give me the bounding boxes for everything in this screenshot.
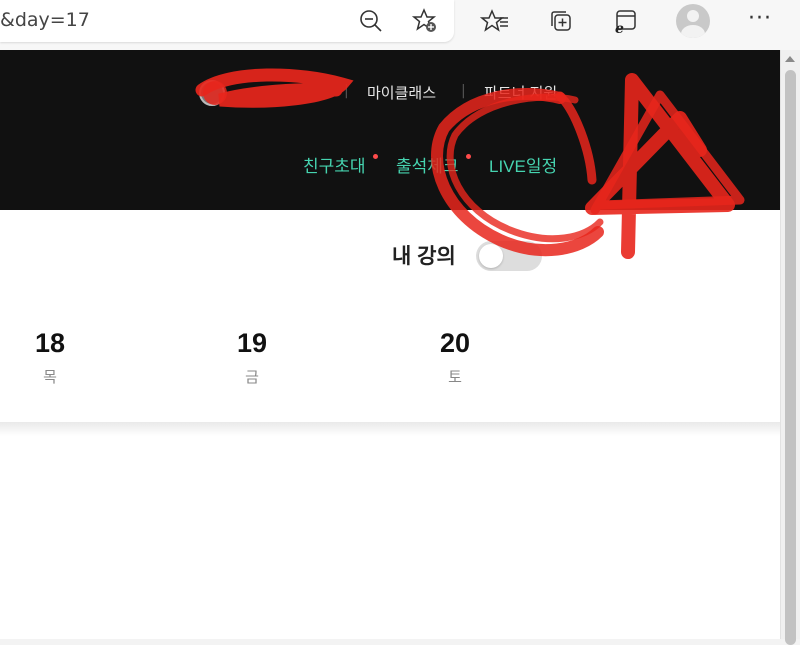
ie-mode-icon[interactable]: e bbox=[611, 6, 641, 37]
section-divider-shadow bbox=[0, 422, 780, 436]
invite-friends-link[interactable]: 친구초대 bbox=[303, 152, 366, 177]
nav-separator: | bbox=[344, 83, 349, 99]
calendar-day[interactable]: 18 목 bbox=[20, 328, 80, 387]
site-header: | 마이클래스 | 파트너 지원 친구초대 출석체크 LIVE일정 bbox=[0, 50, 780, 210]
attendance-link[interactable]: 출석체크 bbox=[396, 152, 459, 177]
day-number: 19 bbox=[236, 328, 268, 358]
nav-my-class[interactable]: 마이클래스 bbox=[367, 82, 436, 103]
user-avatar[interactable] bbox=[199, 80, 225, 106]
svg-text:e: e bbox=[615, 21, 624, 36]
zoom-out-icon[interactable] bbox=[356, 6, 386, 36]
url-text[interactable]: &day=17 bbox=[0, 9, 90, 31]
my-courses-title: 내 강의 bbox=[392, 245, 456, 268]
nav-partner-support[interactable]: 파트너 지원 bbox=[484, 82, 557, 103]
nav-separator: | bbox=[461, 83, 466, 99]
scroll-thumb[interactable] bbox=[785, 70, 796, 645]
day-weekday: 토 bbox=[448, 369, 462, 386]
calendar-day[interactable]: 19 금 bbox=[222, 328, 282, 387]
collections-icon[interactable] bbox=[546, 6, 576, 36]
add-favorite-icon[interactable] bbox=[410, 6, 440, 36]
toggle-knob bbox=[479, 244, 503, 268]
notice-dot bbox=[373, 154, 378, 159]
profile-icon[interactable] bbox=[676, 4, 710, 38]
favorites-icon[interactable] bbox=[479, 6, 510, 36]
more-icon[interactable]: ··· bbox=[748, 6, 772, 31]
profile-body bbox=[681, 25, 705, 38]
page-viewport: | 마이클래스 | 파트너 지원 친구초대 출석체크 LIVE일정 내 강의 1… bbox=[0, 50, 780, 639]
profile-head bbox=[687, 10, 699, 22]
day-weekday: 목 bbox=[43, 369, 57, 386]
my-courses-toggle[interactable] bbox=[476, 241, 542, 271]
address-bar[interactable]: &day=17 bbox=[0, 0, 454, 42]
live-schedule-link[interactable]: LIVE일정 bbox=[489, 152, 557, 177]
notice-dot bbox=[466, 154, 471, 159]
day-number: 20 bbox=[439, 328, 471, 358]
scroll-up-arrow-icon[interactable] bbox=[785, 56, 795, 62]
browser-toolbar: &day=17 e ··· bbox=[0, 0, 800, 50]
day-number: 18 bbox=[34, 328, 66, 358]
day-weekday: 금 bbox=[245, 369, 259, 386]
calendar-day[interactable]: 20 토 bbox=[425, 328, 485, 387]
vertical-scrollbar[interactable] bbox=[780, 50, 800, 645]
